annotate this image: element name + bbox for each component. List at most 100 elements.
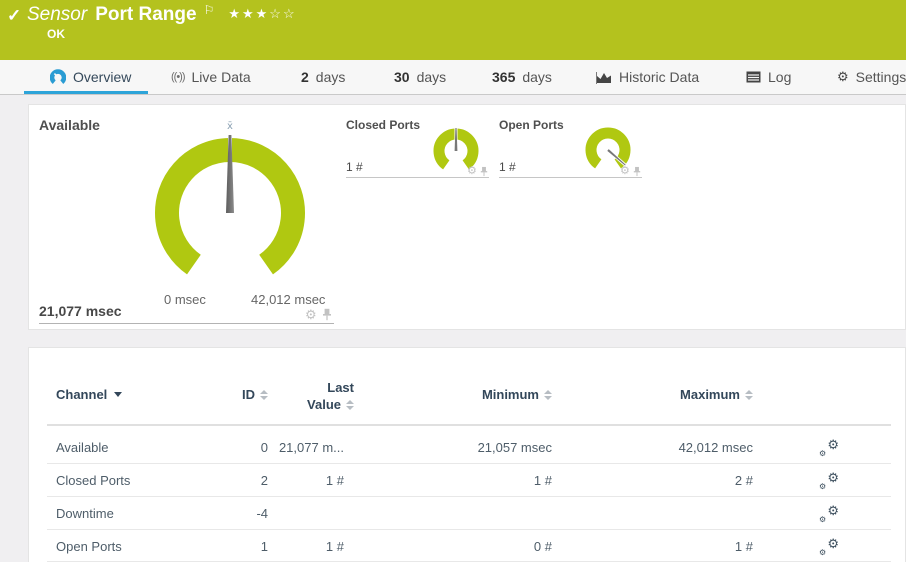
tab-number: 30 — [394, 69, 410, 85]
channel-name[interactable]: Open Ports — [56, 538, 216, 555]
available-gauge[interactable]: x̄ — [141, 116, 319, 288]
sort-arrows-icon — [260, 389, 268, 400]
header-label: Last — [327, 380, 354, 395]
row-divider — [47, 529, 891, 530]
tab-label: days — [522, 69, 552, 85]
tab-label: Settings — [855, 69, 906, 85]
channel-name[interactable]: Closed Ports — [56, 472, 216, 489]
channel-last-value — [274, 505, 344, 522]
gauge-pin-icon[interactable] — [633, 166, 641, 177]
status-check-icon: ✓ — [7, 6, 22, 25]
sensor-title-row: Sensor Port Range ⚐ ★★★☆☆ — [27, 3, 297, 26]
sort-arrows-icon — [544, 389, 552, 400]
gauge-footer-divider — [499, 177, 642, 178]
tab-label: Live Data — [191, 69, 251, 85]
gauge-footer-divider — [346, 177, 489, 178]
sensor-status-header: ✓ Sensor Port Range ⚐ ★★★☆☆ OK — [0, 0, 906, 60]
active-tab-underline — [24, 91, 148, 94]
channel-id: 1 — [260, 539, 268, 554]
tab-overview[interactable]: Overview — [50, 60, 131, 94]
sort-arrows-icon — [745, 389, 753, 400]
tab-label: Overview — [73, 69, 132, 85]
column-header-channel[interactable]: Channel — [56, 387, 206, 402]
area-chart-icon — [596, 71, 611, 84]
header-label: Maximum — [680, 387, 740, 402]
gauge-min-label: 0 msec — [164, 292, 206, 307]
sort-descending-icon — [114, 392, 123, 397]
gauge-pin-icon[interactable] — [322, 308, 332, 321]
closed-ports-title: Closed Ports — [346, 118, 421, 132]
channel-name[interactable]: Downtime — [56, 505, 216, 522]
available-current-value: 21,077 msec — [39, 303, 122, 319]
priority-flag-icon[interactable]: ⚐ — [204, 3, 215, 17]
gear-icon: ⚙ — [837, 69, 849, 84]
channel-last-value: 21,077 m... — [278, 440, 344, 455]
tab-bar: Overview ((•)) Live Data 2 days 30 days … — [0, 60, 906, 95]
channel-minimum: 0 # — [533, 539, 552, 554]
gauge-max-label: 42,012 msec — [251, 292, 326, 307]
channel-settings-icon[interactable]: ⚙ ⚙ — [819, 470, 839, 491]
closed-ports-value: 1 # — [346, 160, 363, 174]
tab-label: Historic Data — [619, 69, 700, 85]
channel-maximum: 42,012 msec — [678, 440, 753, 455]
gauge-footer-divider — [39, 323, 334, 324]
tab-live-data[interactable]: ((•)) Live Data — [171, 60, 251, 94]
channel-minimum: 1 # — [533, 473, 552, 488]
sensor-status-text: OK — [47, 27, 65, 41]
tab-label: days — [315, 69, 346, 85]
column-header-maximum[interactable]: Maximum — [619, 387, 753, 402]
tab-label: Log — [768, 69, 792, 85]
priority-stars[interactable]: ★★★☆☆ — [228, 6, 296, 22]
channel-id: 0 — [260, 440, 268, 455]
header-label: ID — [242, 387, 255, 402]
tab-2-days[interactable]: 2 days — [301, 60, 345, 94]
table-header-divider — [47, 424, 891, 426]
header-label: Channel — [56, 387, 108, 402]
tab-settings[interactable]: ⚙ Settings — [837, 60, 906, 94]
tab-label: days — [416, 69, 447, 85]
channel-maximum: 1 # — [734, 539, 753, 554]
column-header-id[interactable]: ID — [194, 387, 268, 402]
average-marker: x̄ — [227, 121, 233, 132]
prtg-sensor-page: ✓ Sensor Port Range ⚐ ★★★☆☆ OK Overview … — [0, 0, 906, 562]
tab-log[interactable]: Log — [746, 60, 791, 94]
sensor-type-label: Sensor — [27, 4, 88, 25]
channel-minimum — [419, 505, 552, 522]
tab-historic-data[interactable]: Historic Data — [596, 60, 699, 94]
open-ports-title: Open Ports — [499, 118, 564, 132]
channel-id: -4 — [256, 506, 268, 521]
channel-settings-icon[interactable]: ⚙ ⚙ — [819, 437, 839, 458]
gauge-settings-gear-icon[interactable]: ⚙ — [305, 308, 317, 321]
row-divider — [47, 463, 891, 464]
channel-settings-icon[interactable]: ⚙ ⚙ — [819, 503, 839, 524]
gauge-settings-gear-icon[interactable]: ⚙ — [467, 166, 477, 177]
header-label: Minimum — [481, 387, 539, 402]
column-header-last-value[interactable]: Last Value — [274, 379, 354, 413]
stars-empty: ☆☆ — [269, 6, 297, 21]
channel-settings-icon[interactable]: ⚙ ⚙ — [819, 536, 839, 557]
channel-maximum: 2 # — [734, 473, 753, 488]
channel-maximum — [619, 505, 753, 522]
channel-name[interactable]: Available — [56, 439, 216, 456]
sort-arrows-icon — [346, 399, 354, 410]
sensor-name: Port Range — [95, 4, 197, 25]
overview-gauges-panel: Available x̄ 0 msec 42,012 msec 21,077 m… — [28, 104, 906, 330]
channel-last-value: 1 # — [325, 473, 344, 488]
log-list-icon — [746, 71, 761, 83]
header-label: Value — [307, 397, 341, 412]
tab-30-days[interactable]: 30 days — [394, 60, 446, 94]
column-header-minimum[interactable]: Minimum — [419, 387, 552, 402]
gauge-settings-gear-icon[interactable]: ⚙ — [620, 166, 630, 177]
gauge-pin-icon[interactable] — [480, 166, 488, 177]
tab-number: 365 — [492, 69, 516, 85]
channel-last-value: 1 # — [325, 539, 344, 554]
channel-id: 2 — [260, 473, 268, 488]
row-divider — [47, 496, 891, 497]
stars-filled: ★★★ — [228, 6, 270, 21]
channel-minimum: 21,057 msec — [477, 440, 552, 455]
open-ports-value: 1 # — [499, 160, 516, 174]
live-data-icon: ((•)) — [171, 71, 185, 83]
tab-365-days[interactable]: 365 days — [492, 60, 552, 94]
channels-table-panel: Channel ID Last Value Minimum Maximum Av… — [28, 347, 906, 562]
main-gauge-title: Available — [39, 117, 100, 133]
